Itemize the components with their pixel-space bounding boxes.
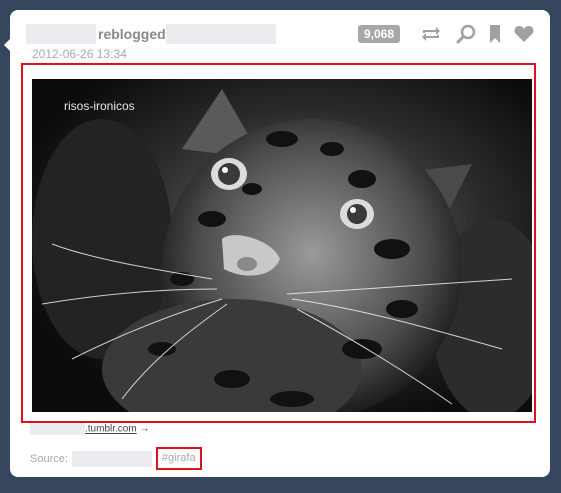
post-notch <box>4 38 11 52</box>
source-url-suffix[interactable]: .tumblr.com <box>85 424 137 435</box>
bookmark-icon[interactable] <box>490 25 500 43</box>
clouded-leopard-image <box>32 79 532 412</box>
heart-icon[interactable] <box>514 25 534 43</box>
post-controls: 9,068 <box>357 24 534 44</box>
redacted-source-name[interactable] <box>71 450 152 467</box>
photo-source-link[interactable]: .tumblr.com → <box>30 423 149 435</box>
source-label: Source: <box>30 452 68 465</box>
reblogged-label: reblogged <box>98 26 166 42</box>
redacted-source-username[interactable] <box>165 24 276 44</box>
search-icon[interactable] <box>456 24 476 44</box>
post-photo[interactable]: risos-ironicos <box>32 79 532 412</box>
reblog-icon[interactable] <box>420 25 442 43</box>
redacted-username[interactable] <box>26 24 96 44</box>
notes-count-badge[interactable]: 9,068 <box>357 25 400 43</box>
source-arrow: → <box>139 423 150 435</box>
redacted-blog-name <box>30 423 85 435</box>
tag-girafa[interactable]: #girafa <box>155 447 202 470</box>
post-timestamp[interactable]: 2012-06-26 13:34 <box>32 47 127 61</box>
post-card: reblogged 2012-06-26 13:34 9,068 risos-i… <box>4 10 550 477</box>
photo-highlight-box: risos-ironicos <box>21 63 536 423</box>
source-line: Source: #girafa <box>30 447 202 470</box>
photo-watermark: risos-ironicos <box>64 99 135 113</box>
